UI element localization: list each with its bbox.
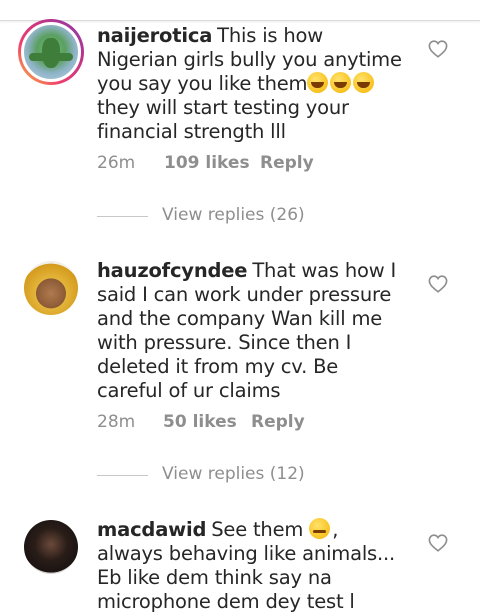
divider <box>97 216 148 217</box>
comment-likes[interactable]: 50 likes <box>163 412 237 432</box>
comment-likes[interactable]: 109 likes <box>164 153 250 173</box>
heart-outline-icon[interactable] <box>428 275 448 293</box>
avatar[interactable] <box>18 19 84 85</box>
smirking-face-icon <box>309 518 331 539</box>
avatar[interactable] <box>24 261 78 315</box>
reply-button[interactable]: Reply <box>251 412 305 432</box>
grinning-face-icon <box>330 72 352 93</box>
comment-text: hauzofcyndee That was how I said I can wo… <box>97 259 397 403</box>
comment-meta: 26m 109 likes Reply <box>97 153 357 177</box>
view-replies[interactable]: View replies (12) <box>97 464 337 488</box>
comment-username[interactable]: hauzofcyndee <box>97 259 248 282</box>
heart-outline-icon[interactable] <box>428 534 448 552</box>
view-replies-label[interactable]: View replies (12) <box>162 464 305 484</box>
comment-timestamp: 26m <box>97 153 136 173</box>
comment-body-cont: they will start testing your financial s… <box>97 96 349 143</box>
heart-outline-icon[interactable] <box>428 40 448 58</box>
view-replies[interactable]: View replies (26) <box>97 205 337 229</box>
comment-body: See them <box>211 518 310 541</box>
avatar[interactable] <box>24 520 78 574</box>
comment-text: macdawid See them , always behaving like … <box>97 518 397 614</box>
reply-button[interactable]: Reply <box>260 153 314 173</box>
top-bar <box>0 0 480 21</box>
grinning-face-icon <box>353 72 375 93</box>
comment-username[interactable]: naijerotica <box>97 24 212 47</box>
comment-text: naijerotica This is how Nigerian girls bu… <box>97 24 402 144</box>
view-replies-label[interactable]: View replies (26) <box>162 205 305 225</box>
comment-timestamp: 28m <box>97 412 136 432</box>
grinning-face-icon <box>307 72 329 93</box>
comment-username[interactable]: macdawid <box>97 518 206 541</box>
comment-meta: 28m 50 likes Reply <box>97 412 357 436</box>
divider <box>97 475 148 476</box>
